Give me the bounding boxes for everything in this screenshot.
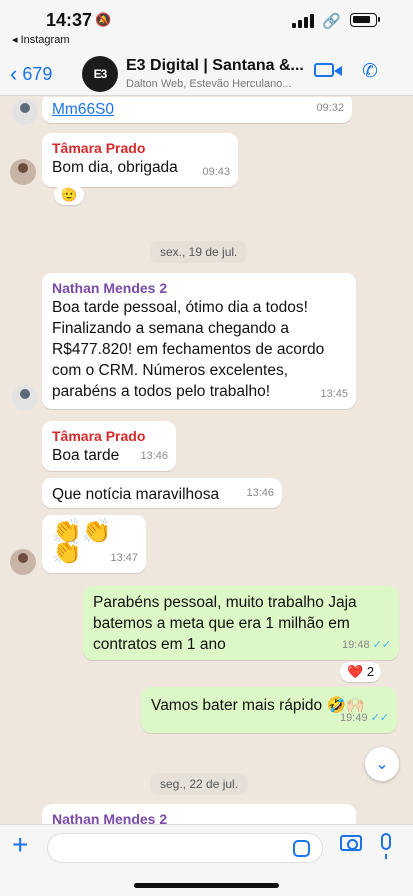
camera-icon[interactable]: [340, 835, 362, 851]
message-bubble[interactable]: Que notícia maravilhosa 13:46: [42, 478, 282, 508]
read-ticks-icon: ✓✓: [372, 639, 391, 651]
date-separator: sex., 19 de jul.: [150, 241, 248, 263]
video-call-icon[interactable]: [314, 63, 334, 77]
message-time: 13:46: [246, 487, 274, 499]
signal-icon: [292, 14, 314, 28]
battery-tip: [378, 17, 380, 22]
group-avatar[interactable]: E3: [82, 56, 118, 92]
chat-area[interactable]: Mm66S0 09:32 Tâmara Prado Bom dia, obrig…: [0, 97, 413, 824]
avatar[interactable]: [10, 159, 36, 185]
message-time: 19:48 ✓✓: [342, 639, 391, 651]
chevron-down-icon: ⌄: [375, 756, 389, 773]
message-time: 09:32: [316, 102, 344, 114]
unread-count: 679: [22, 64, 53, 84]
message-sender: Nathan Mendes 2: [52, 280, 168, 296]
group-avatar-text: E3: [93, 67, 108, 81]
date-separator: seg., 22 de jul.: [150, 773, 249, 795]
message-bubble[interactable]: Tâmara Prado Bom dia, obrigada 09:43: [42, 133, 238, 187]
input-bar: +: [0, 824, 413, 896]
message-text: Que notícia maravilhosa: [52, 486, 220, 503]
message-bubble-outgoing[interactable]: Parabéns pessoal, muito trabalho Jaja ba…: [83, 586, 399, 660]
message-line: parabéns a todos pelo trabalho!: [52, 383, 271, 400]
message-sender: Tâmara Prado: [52, 140, 146, 156]
message-line: com o CRM. Números excelentes,: [52, 362, 289, 379]
hotspot-icon: 🔗: [322, 13, 341, 30]
message-line: Finalizando a semana chegando a: [52, 320, 289, 337]
reaction-count: 2: [366, 664, 375, 679]
message-link[interactable]: Mm66S0: [52, 101, 114, 118]
message-bubble[interactable]: Nathan Mendes 2 Boa tarde pessoal, ótimo…: [42, 273, 356, 409]
back-to-app-link[interactable]: ◂ Instagram: [12, 33, 70, 46]
message-time: 13:47: [110, 552, 138, 564]
message-time: 13:46: [140, 450, 168, 462]
message-bubble[interactable]: Tâmara Prado Boa tarde 13:46: [42, 421, 176, 471]
message-input[interactable]: [47, 833, 323, 863]
bell-muted-icon: 🔕: [95, 12, 112, 27]
message-line: R$477.820! em fechamentos de acordo: [52, 341, 325, 358]
message-sender: Tâmara Prado: [52, 428, 146, 444]
chat-header: ‹ 679 E3 E3 Digital | Santana &... Dalto…: [0, 48, 413, 96]
message-sender: Nathan Mendes 2: [52, 811, 168, 824]
status-bar: 14:37 🔕 ◂ Instagram 🔗: [0, 0, 413, 48]
message-line: Parabéns pessoal, muito trabalho Jaja: [93, 594, 357, 611]
message-bubble[interactable]: Nathan Mendes 2: [42, 804, 356, 824]
message-bubble-outgoing[interactable]: Vamos bater mais rápido 🤣🙌🏻 19:49 ✓✓: [141, 687, 397, 733]
phone-call-icon[interactable]: ✆: [362, 60, 378, 83]
back-button[interactable]: ‹ 679: [10, 60, 52, 86]
message-reaction[interactable]: ❤️ 2: [340, 662, 382, 682]
message-line: Boa tarde pessoal, ótimo dia a todos!: [52, 299, 308, 316]
microphone-icon[interactable]: [381, 833, 391, 859]
message-time: 19:49 ✓✓: [340, 712, 389, 724]
group-members[interactable]: Dalton Web, Estevão Herculano...: [126, 78, 292, 90]
message-time: 09:43: [202, 166, 230, 178]
plus-icon[interactable]: +: [12, 829, 28, 861]
message-reaction[interactable]: 🫡: [54, 185, 85, 205]
battery-icon: [350, 13, 377, 27]
group-title[interactable]: E3 Digital | Santana &...: [126, 57, 304, 75]
avatar[interactable]: [12, 385, 38, 411]
avatar[interactable]: [12, 99, 38, 125]
home-indicator: [134, 883, 279, 888]
avatar[interactable]: [10, 549, 36, 575]
message-bubble[interactable]: 👏👏👏 13:47: [42, 515, 146, 573]
scroll-down-button[interactable]: ⌄: [365, 747, 399, 781]
heart-reaction: ❤️: [347, 664, 364, 679]
message-bubble[interactable]: Mm66S0 09:32: [42, 97, 352, 123]
sticker-icon[interactable]: [293, 840, 310, 857]
message-line: batemos a meta que era 1 milhão em: [93, 615, 350, 632]
read-ticks-icon: ✓✓: [370, 712, 389, 724]
message-time: 13:45: [320, 388, 348, 400]
status-time: 14:37: [46, 10, 93, 30]
chevron-left-icon: ‹: [10, 61, 18, 86]
